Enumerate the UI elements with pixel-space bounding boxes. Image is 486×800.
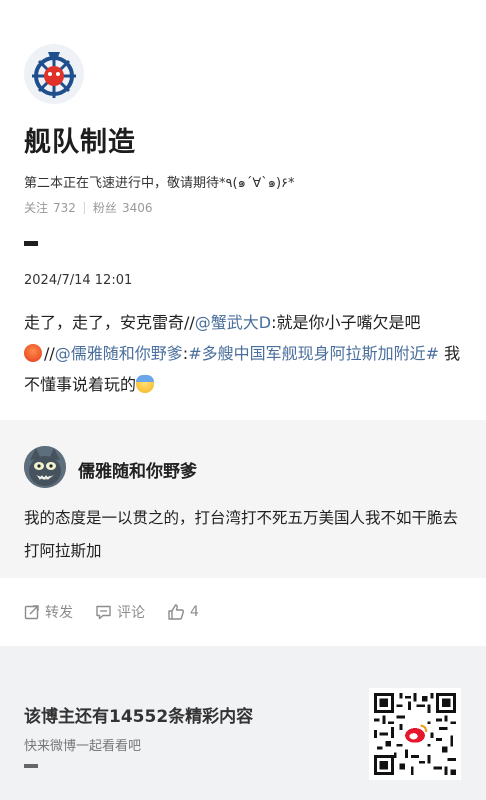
post-timestamp: 2024/7/14 12:01 bbox=[24, 273, 133, 288]
cartoon-cat-avatar-icon bbox=[24, 446, 66, 488]
section-divider bbox=[24, 241, 38, 246]
comment-icon bbox=[96, 605, 111, 620]
profile-stats: 关注 732 粉丝 3406 bbox=[24, 199, 152, 216]
repost-avatar[interactable] bbox=[24, 446, 66, 488]
stats-divider bbox=[83, 201, 85, 214]
qr-code-icon bbox=[374, 693, 456, 775]
action-bar: 转发 评论 4 bbox=[24, 598, 221, 626]
angry-face-icon bbox=[24, 344, 42, 362]
mention-link[interactable]: @蟹武大D bbox=[195, 313, 271, 332]
promo-title: 该博主还有14552条精彩内容 bbox=[24, 707, 254, 727]
forward-button[interactable]: 转发 bbox=[24, 602, 73, 622]
follow-label[interactable]: 关注 bbox=[24, 199, 48, 216]
hashtag-link[interactable]: #多艘中国军舰现身阿拉斯加附近# bbox=[188, 344, 439, 363]
ship-wheel-logo-icon bbox=[24, 44, 84, 104]
post-content: 走了，走了，安克雷奇//@蟹武大D:就是你小子嘴欠是吧 //@儒雅随和你野爹:#… bbox=[24, 307, 466, 400]
fans-count[interactable]: 3406 bbox=[122, 201, 153, 215]
profile-bio: 第二本正在飞速进行中，敬请期待*٩(๑´∀`๑)۶* bbox=[24, 176, 295, 191]
like-button[interactable]: 4 bbox=[167, 603, 199, 621]
mention-link[interactable]: @儒雅随和你野爹 bbox=[55, 344, 183, 363]
profile-section: 舰队制造 第二本正在飞速进行中，敬请期待*٩(๑´∀`๑)۶* 关注 732 粉… bbox=[0, 0, 486, 420]
repost-content: 我的态度是一以贯之的，打台湾打不死五万美国人我不如干脆去打阿拉斯加 bbox=[24, 509, 459, 560]
anxious-face-icon bbox=[136, 375, 155, 393]
promo-subtitle: 快来微博一起看看吧 bbox=[24, 739, 142, 754]
post-text-segment: :就是你小子嘴欠是吧 bbox=[271, 313, 421, 332]
weibo-post-page: 舰队制造 第二本正在飞速进行中，敬请期待*٩(๑´∀`๑)۶* 关注 732 粉… bbox=[0, 0, 486, 800]
follow-count[interactable]: 732 bbox=[53, 201, 76, 215]
profile-name: 舰队制造 bbox=[24, 127, 136, 158]
comment-button[interactable]: 评论 bbox=[95, 602, 145, 622]
post-text-segment: 走了，走了，安克雷奇// bbox=[24, 313, 195, 332]
comment-label: 评论 bbox=[117, 605, 145, 621]
forward-label: 转发 bbox=[45, 605, 73, 621]
avatar[interactable] bbox=[24, 44, 84, 104]
repost-author-name[interactable]: 儒雅随和你野爹 bbox=[78, 457, 197, 482]
like-count: 4 bbox=[190, 604, 199, 620]
fans-label[interactable]: 粉丝 bbox=[93, 199, 117, 216]
qr-code bbox=[369, 688, 461, 780]
thumbs-up-icon bbox=[168, 604, 184, 620]
reposted-original[interactable]: 儒雅随和你野爹 我的态度是一以贯之的，打台湾打不死五万美国人我不如干脆去打阿拉斯… bbox=[0, 420, 486, 578]
forward-icon bbox=[24, 605, 39, 620]
promo-divider bbox=[24, 764, 38, 768]
post-text-segment: // bbox=[44, 344, 55, 363]
